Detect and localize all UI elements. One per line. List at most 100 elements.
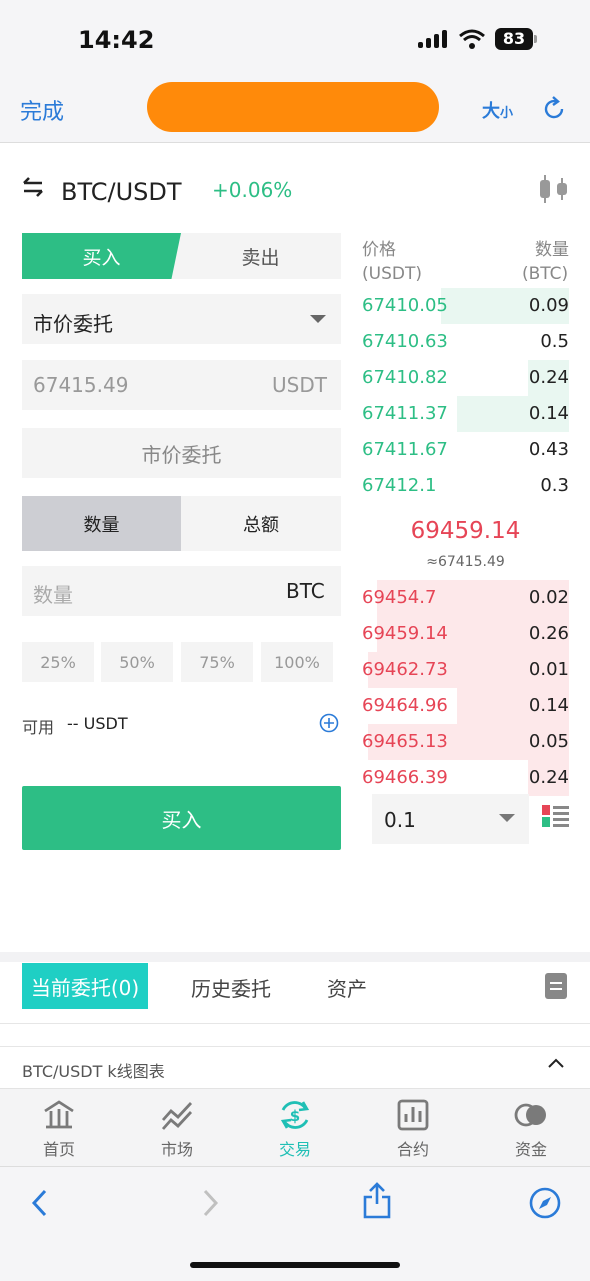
percent-75-button[interactable]: 75% xyxy=(181,642,253,682)
orderbook-ask-row[interactable]: 69465.13 0.05 xyxy=(362,724,569,760)
candlestick-chart-icon[interactable] xyxy=(536,172,570,206)
battery-level: 83 xyxy=(495,28,533,50)
orderbook-bid-row[interactable]: 67411.67 0.43 xyxy=(362,432,569,468)
bid-price: 67411.67 xyxy=(362,439,448,460)
bid-qty: 0.3 xyxy=(540,475,569,496)
battery-tip xyxy=(534,35,537,43)
nav-trade-label: 交易 xyxy=(278,1140,311,1159)
last-price-fiat: ≈67415.49 xyxy=(426,554,505,570)
orderbook-qty-header: 数量 xyxy=(535,240,569,260)
orderbook-ask-row[interactable]: 69454.7 0.02 xyxy=(362,580,569,616)
bid-price: 67410.82 xyxy=(362,367,448,388)
price-unit: USDT xyxy=(272,373,327,397)
bid-qty: 0.09 xyxy=(528,295,569,316)
ask-qty: 0.01 xyxy=(528,659,569,680)
orderbook-price-unit: (USDT) xyxy=(362,264,422,284)
ask-qty: 0.26 xyxy=(528,623,569,644)
cellular-signal-icon xyxy=(418,30,448,50)
tab-sell[interactable]: 卖出 xyxy=(170,233,341,279)
refresh-icon[interactable] xyxy=(540,95,568,123)
market-order-button[interactable]: 市价委托 xyxy=(22,428,341,478)
add-funds-icon[interactable] xyxy=(319,713,339,733)
ask-price: 69466.39 xyxy=(362,767,448,788)
ask-price: 69464.96 xyxy=(362,695,448,716)
font-size-small-label: 小 xyxy=(500,106,514,121)
tab-current-orders[interactable]: 当前委托(0) xyxy=(22,963,148,1009)
section-divider xyxy=(0,952,590,962)
buy-submit-button[interactable]: 买入 xyxy=(22,786,341,850)
order-type-value: 市价委托 xyxy=(33,312,113,336)
done-button[interactable]: 完成 xyxy=(20,94,64,126)
contract-icon xyxy=(397,1099,429,1131)
font-size-big-label: 大 xyxy=(482,101,500,122)
nav-contract[interactable]: 合约 xyxy=(373,1098,453,1160)
price-value: 67415.49 xyxy=(33,373,129,397)
orderbook-qty-unit: (BTC) xyxy=(522,264,569,284)
orderbook-bid-row[interactable]: 67410.82 0.24 xyxy=(362,360,569,396)
bid-price: 67410.63 xyxy=(362,331,448,352)
redacted-title xyxy=(147,82,439,132)
nav-trade[interactable]: $ 交易 xyxy=(255,1098,335,1160)
compass-icon[interactable] xyxy=(528,1186,562,1220)
chevron-up-icon[interactable] xyxy=(548,1058,564,1068)
bid-price: 67412.1 xyxy=(362,475,437,496)
depth-step-value: 0.1 xyxy=(384,808,416,832)
forward-icon[interactable] xyxy=(200,1188,220,1218)
ask-price: 69459.14 xyxy=(362,623,448,644)
home-indicator xyxy=(190,1262,400,1268)
chevron-down-icon xyxy=(499,814,515,822)
ask-qty: 0.02 xyxy=(528,587,569,608)
ask-price: 69465.13 xyxy=(362,731,448,752)
tab-quantity[interactable]: 数量 xyxy=(22,496,181,551)
available-value: -- USDT xyxy=(67,714,128,733)
percent-50-button[interactable]: 50% xyxy=(101,642,173,682)
orderbook-bid-row[interactable]: 67410.63 0.5 xyxy=(362,324,569,360)
ask-price: 69462.73 xyxy=(362,659,448,680)
chevron-down-icon xyxy=(310,315,326,323)
percent-25-button[interactable]: 25% xyxy=(22,642,94,682)
tab-total[interactable]: 总额 xyxy=(181,496,341,551)
bid-qty: 0.5 xyxy=(540,331,569,352)
pair-name[interactable]: BTC/USDT xyxy=(61,178,182,206)
tab-order-history[interactable]: 历史委托 xyxy=(191,973,271,1002)
nav-funds[interactable]: 资金 xyxy=(491,1098,571,1160)
order-list-icon[interactable] xyxy=(545,973,567,999)
orderbook-ask-row[interactable]: 69462.73 0.01 xyxy=(362,652,569,688)
bid-qty: 0.24 xyxy=(528,367,569,388)
orderbook-layout-icon[interactable] xyxy=(542,805,569,827)
orderbook-ask-row[interactable]: 69459.14 0.26 xyxy=(362,616,569,652)
bid-price: 67411.37 xyxy=(362,403,448,424)
divider xyxy=(0,1023,590,1024)
swap-pair-icon[interactable] xyxy=(20,174,46,200)
quantity-unit: BTC xyxy=(286,579,325,603)
quantity-placeholder: 数量 xyxy=(33,583,73,607)
nav-market[interactable]: 市场 xyxy=(137,1098,217,1160)
funds-icon xyxy=(514,1103,546,1127)
percent-100-button[interactable]: 100% xyxy=(261,642,333,682)
orderbook-bid-row[interactable]: 67412.1 0.3 xyxy=(362,468,569,504)
wifi-icon xyxy=(459,29,485,49)
tab-assets[interactable]: 资产 xyxy=(327,973,367,1002)
ask-qty: 0.14 xyxy=(528,695,569,716)
nav-home[interactable]: 首页 xyxy=(19,1098,99,1160)
orderbook-bid-row[interactable]: 67411.37 0.14 xyxy=(362,396,569,432)
pair-change: +0.06% xyxy=(212,178,293,202)
kline-chart-label: BTC/USDT k线图表 xyxy=(22,1062,165,1081)
home-icon xyxy=(44,1100,74,1129)
nav-market-label: 市场 xyxy=(160,1140,193,1159)
orderbook-bid-row[interactable]: 67410.05 0.09 xyxy=(362,288,569,324)
ask-qty: 0.24 xyxy=(528,767,569,788)
svg-text:$: $ xyxy=(290,1107,300,1125)
back-icon[interactable] xyxy=(30,1188,50,1218)
tab-buy[interactable]: 买入 xyxy=(22,233,181,279)
share-icon[interactable] xyxy=(362,1182,392,1220)
font-size-button[interactable]: 大小 xyxy=(482,97,513,123)
orderbook-ask-row[interactable]: 69466.39 0.24 xyxy=(362,760,569,796)
status-time: 14:42 xyxy=(78,26,155,54)
bid-qty: 0.43 xyxy=(528,439,569,460)
nav-contract-label: 合约 xyxy=(396,1140,429,1159)
ask-price: 69454.7 xyxy=(362,587,437,608)
market-icon xyxy=(161,1102,193,1130)
ask-qty: 0.05 xyxy=(528,731,569,752)
orderbook-ask-row[interactable]: 69464.96 0.14 xyxy=(362,688,569,724)
